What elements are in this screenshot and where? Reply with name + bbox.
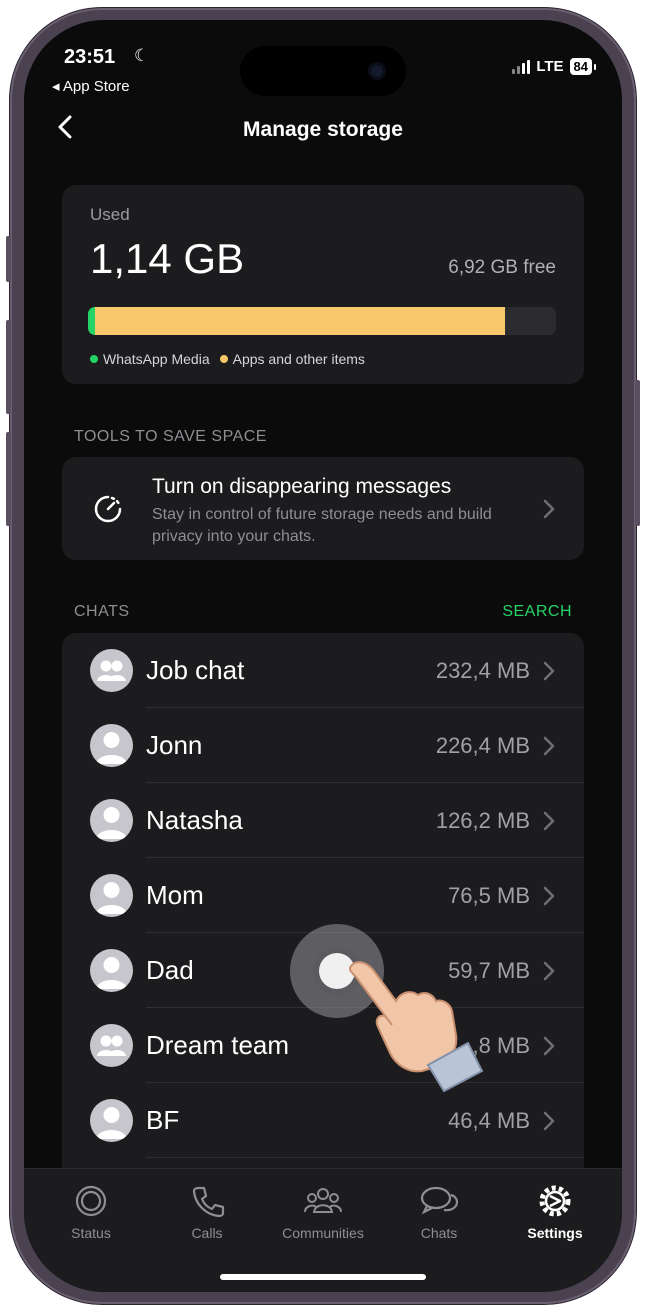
- storage-bar: [88, 307, 556, 335]
- tab-label: Calls: [191, 1225, 223, 1241]
- status-icon: [75, 1185, 107, 1217]
- group-avatar-icon: [90, 1024, 133, 1067]
- status-time: 23:51: [64, 46, 116, 68]
- person-avatar-icon: [90, 799, 133, 842]
- row-separator: [146, 1157, 584, 1158]
- chat-row[interactable]: Jonn 226,4 MB: [62, 708, 584, 783]
- chat-row[interactable]: Job chat 232,4 MB: [62, 633, 584, 708]
- signal-icon: [512, 59, 531, 74]
- person-avatar-icon: [90, 724, 133, 767]
- communities-icon: [304, 1188, 342, 1213]
- tools-section-header: TOOLS TO SAVE SPACE: [74, 428, 267, 445]
- back-to-app-link[interactable]: ◂ App Store: [52, 77, 130, 95]
- action-button: [6, 236, 11, 282]
- chat-name: Natasha: [146, 805, 243, 835]
- chat-name: BF: [146, 1105, 180, 1135]
- search-button[interactable]: SEARCH: [502, 603, 572, 621]
- tab-communities[interactable]: Communities: [268, 1181, 378, 1241]
- chevron-right-icon: [543, 886, 555, 906]
- pointing-hand-icon: [348, 961, 484, 1093]
- power-button: [635, 380, 640, 526]
- tab-status[interactable]: Status: [36, 1181, 146, 1241]
- chevron-right-icon: [543, 736, 555, 756]
- legend-dot: [219, 355, 228, 363]
- person-avatar-icon: [90, 1099, 133, 1142]
- tab-bar: Status Calls Communities Chats Settings: [24, 1168, 622, 1292]
- person-avatar-icon: [90, 874, 133, 917]
- timer-icon: [94, 495, 122, 523]
- chat-bubbles-icon: [420, 1186, 459, 1215]
- tab-label: Communities: [282, 1225, 364, 1241]
- chevron-right-icon: [543, 661, 555, 681]
- used-value: 1,14 GB: [90, 235, 245, 282]
- page-title: Manage storage: [243, 118, 403, 141]
- legend-dot: [90, 355, 98, 363]
- storage-bar-apps: [95, 307, 505, 335]
- chat-name: Job chat: [146, 655, 245, 685]
- tab-settings[interactable]: Settings: [500, 1181, 610, 1241]
- chat-name: Dream team: [146, 1030, 290, 1060]
- home-indicator[interactable]: [220, 1274, 426, 1280]
- free-value: 6,92 GB free: [448, 257, 556, 278]
- moon-icon: ☾: [134, 46, 150, 65]
- chevron-right-icon: [543, 961, 555, 981]
- chat-size: 46,4 MB: [448, 1108, 530, 1133]
- chat-row[interactable]: Natasha 126,2 MB: [62, 783, 584, 858]
- used-label: Used: [90, 205, 130, 224]
- tool-title: Turn on disappearing messages: [152, 475, 452, 498]
- legend-label: WhatsApp Media: [103, 351, 210, 367]
- camera-lens: [368, 62, 386, 80]
- screen: 23:51 ☾ ◂ App Store LTE 84 Manage storag…: [24, 20, 622, 1292]
- status-indicators: LTE 84: [512, 58, 597, 75]
- chevron-right-icon: [543, 1111, 555, 1131]
- legend-item-apps: Apps and other items: [219, 351, 365, 367]
- tab-chats[interactable]: Chats: [384, 1181, 494, 1241]
- storage-bar-whatsapp-media: [88, 307, 96, 335]
- chat-name: Jonn: [146, 730, 203, 760]
- chat-size: 232,4 MB: [435, 658, 530, 683]
- chevron-right-icon: [543, 1036, 555, 1056]
- chevron-right-icon: [543, 499, 555, 519]
- person-avatar-icon: [90, 949, 133, 992]
- tool-description: Stay in control of future storage needs …: [152, 506, 492, 545]
- chat-row[interactable]: Dream team ,8 MB: [62, 1008, 584, 1083]
- tab-calls[interactable]: Calls: [152, 1181, 262, 1241]
- battery-icon: 84: [569, 58, 597, 75]
- chat-row[interactable]: Mom 76,5 MB: [62, 858, 584, 933]
- tab-label: Chats: [420, 1225, 458, 1241]
- chat-name: Mom: [146, 880, 204, 910]
- chat-size: 126,2 MB: [435, 808, 530, 833]
- legend-label: Apps and other items: [232, 351, 365, 367]
- legend-item-whatsapp-media: WhatsApp Media: [90, 351, 210, 367]
- gear-icon: [539, 1185, 571, 1217]
- volume-up-button: [6, 320, 11, 414]
- chevron-right-icon: [543, 811, 555, 831]
- chat-name: Dad: [146, 955, 194, 985]
- group-avatar-icon: [90, 649, 133, 692]
- chat-row[interactable]: BF 46,4 MB: [62, 1083, 584, 1158]
- chats-list: Job chat 232,4 MB Jonn 226,4 MB Natasha 126,2…: [62, 633, 584, 1193]
- tab-label: Status: [71, 1225, 111, 1241]
- storage-summary-card: Used 1,14 GB 6,92 GB free WhatsApp Media…: [62, 185, 584, 384]
- volume-down-button: [6, 432, 11, 526]
- phone-icon: [192, 1186, 225, 1218]
- dynamic-island: [240, 46, 406, 96]
- chat-size: 226,4 MB: [435, 733, 530, 758]
- chat-size: 76,5 MB: [448, 883, 530, 908]
- network-label: LTE: [536, 58, 564, 75]
- storage-legend: WhatsApp Media Apps and other items: [90, 351, 365, 367]
- disappearing-messages-item[interactable]: Turn on disappearing messages Stay in co…: [62, 457, 584, 560]
- tab-label: Settings: [527, 1225, 583, 1241]
- chats-section-header: CHATS: [74, 603, 130, 620]
